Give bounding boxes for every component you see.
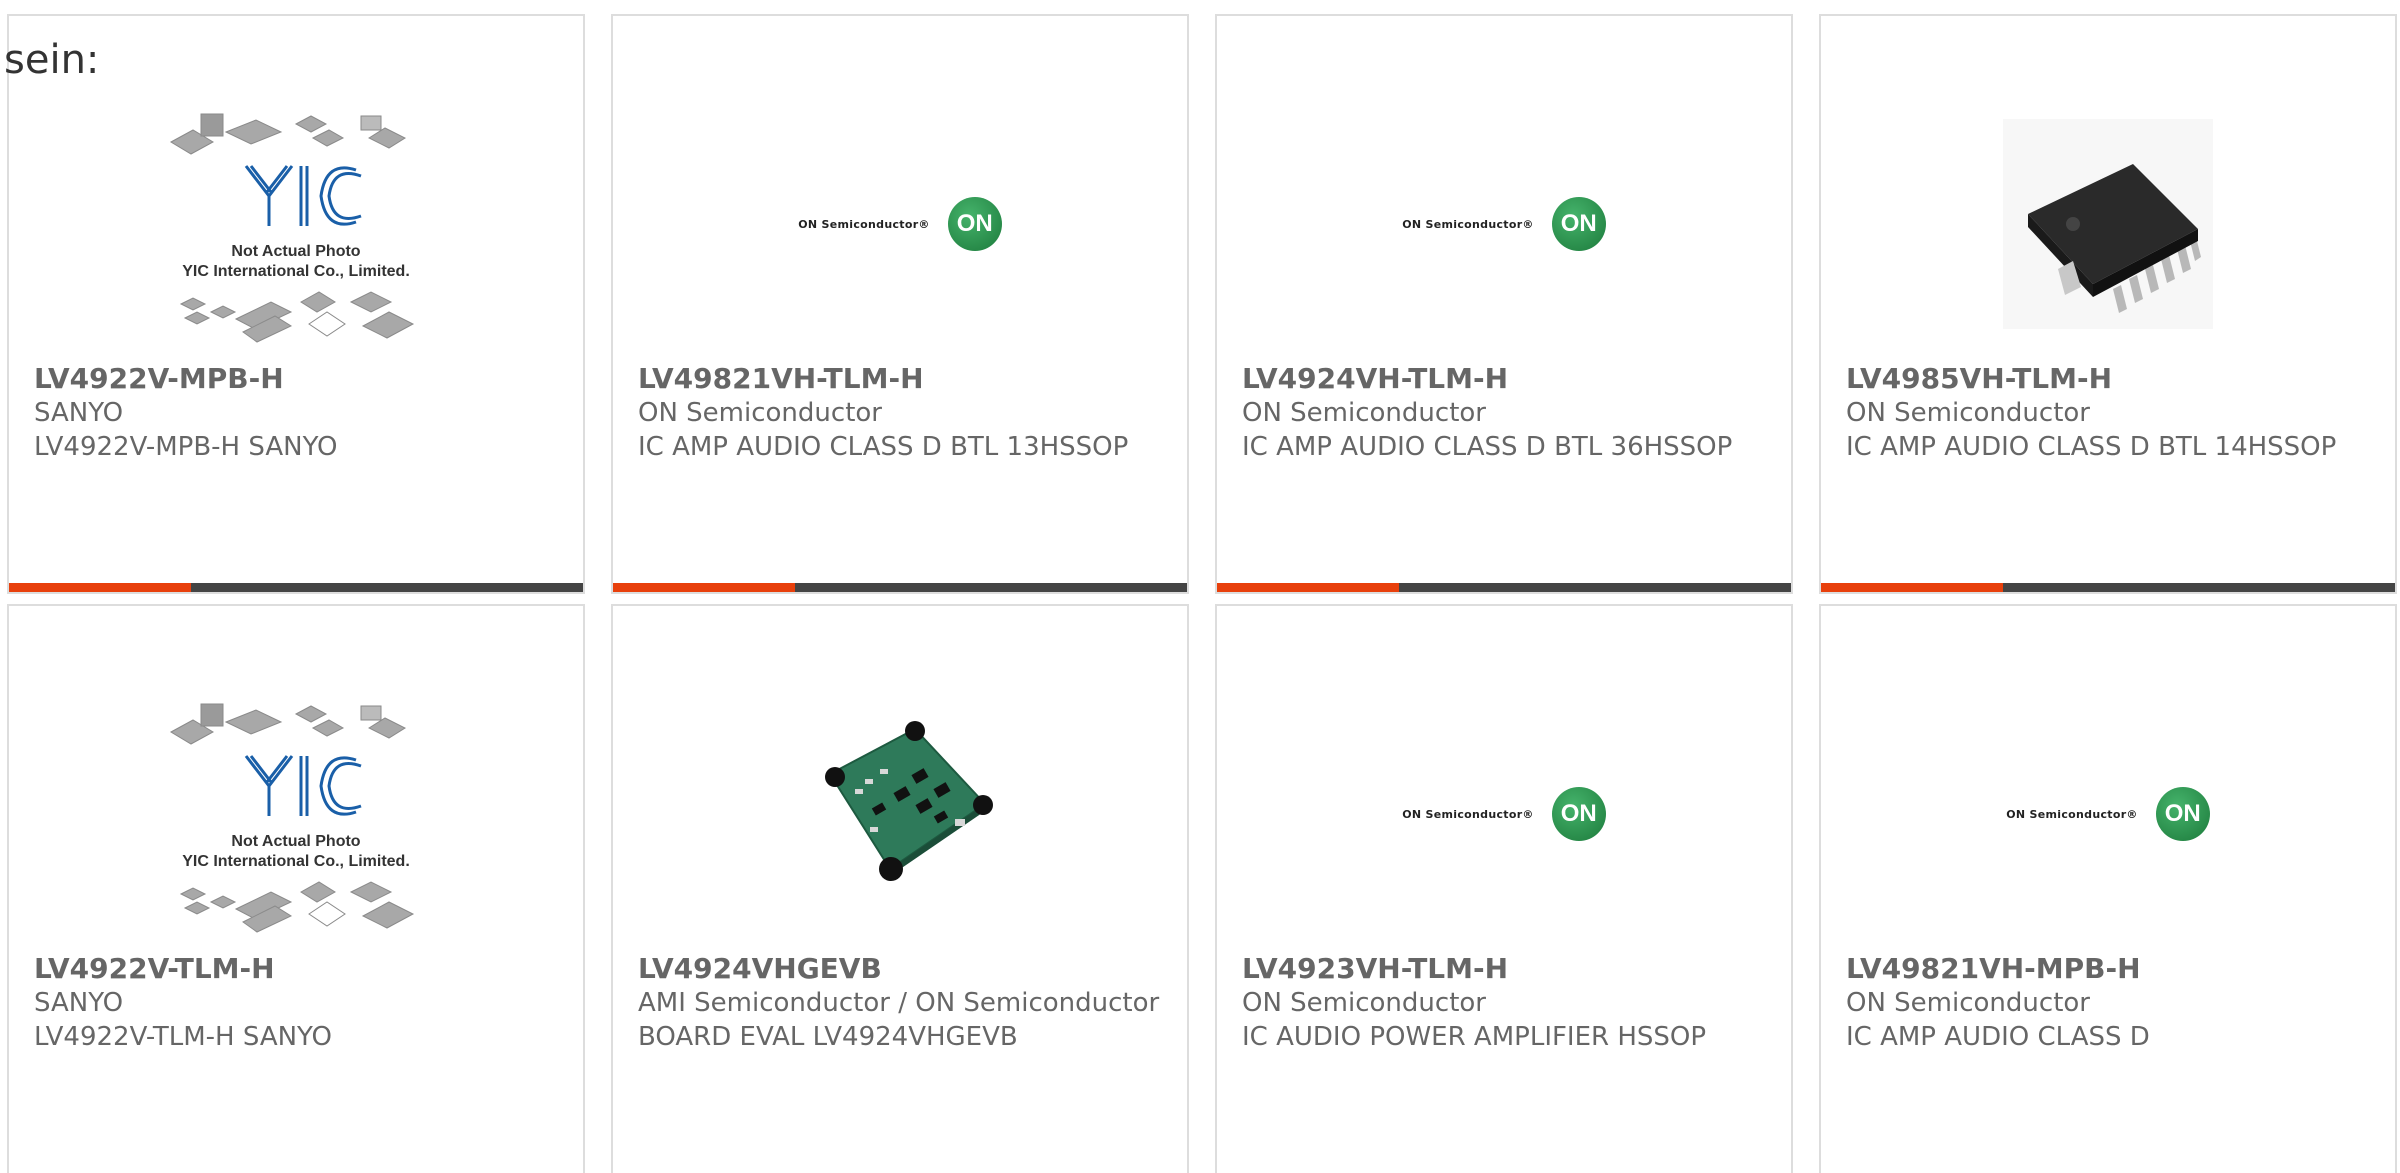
part-number-link[interactable]: LV4985VH-TLM-H (1846, 362, 2375, 396)
card-accent-bar (9, 583, 191, 592)
manufacturer-text: ON Semiconductor (1846, 398, 2090, 428)
not-actual-photo-image: Not Actual Photo YIC International Co., … (169, 113, 415, 343)
part-number-link[interactable]: LV4922V-MPB-H (34, 362, 563, 396)
product-info: LV49821VH-MPB-H ON Semiconductor IC AMP … (1846, 952, 2375, 1054)
description-text: BOARD EVAL LV4924VHGEVB (638, 1022, 1018, 1052)
product-image[interactable]: ON Semiconductor® ON (1821, 694, 2395, 934)
manufacturer-text: ON Semiconductor (1242, 398, 1486, 428)
on-semiconductor-logo: ON Semiconductor® ON (1402, 787, 1606, 841)
intro-text: sein: (4, 37, 100, 83)
product-info: LV4922V-MPB-H SANYO LV4922V-MPB-H SANYO (34, 362, 563, 464)
product-grid-page: sein: Not Actual Photo YIC International… (0, 0, 2400, 1173)
part-number-link[interactable]: LV4923VH-TLM-H (1242, 952, 1771, 986)
svg-text:YIC International Co., Limited: YIC International Co., Limited. (182, 263, 410, 280)
product-image[interactable]: ON Semiconductor® ON (613, 104, 1187, 344)
on-semiconductor-logo: ON Semiconductor® ON (798, 197, 1002, 251)
card-bottom-bar (1821, 583, 2395, 592)
card-accent-bar (613, 583, 795, 592)
product-card[interactable]: LV4985VH-TLM-H ON Semiconductor IC AMP A… (1819, 14, 2397, 594)
part-number-link[interactable]: LV4924VHGEVB (638, 952, 1167, 986)
card-bottom-bar (1217, 583, 1791, 592)
card-bottom-bar (9, 583, 583, 592)
product-info: LV49821VH-TLM-H ON Semiconductor IC AMP … (638, 362, 1167, 464)
on-logo-mark-icon: ON (947, 197, 1002, 251)
card-accent-bar (1821, 583, 2003, 592)
on-logo-mark-icon: ON (1551, 787, 1606, 841)
part-number-link[interactable]: LV49821VH-TLM-H (638, 362, 1167, 396)
description-text: IC AMP AUDIO CLASS D BTL 36HSSOP (1242, 432, 1733, 462)
on-semiconductor-logo: ON Semiconductor® ON (2006, 787, 2210, 841)
product-card[interactable]: ON Semiconductor® ON LV4923VH-TLM-H ON S… (1215, 604, 1793, 1173)
part-number-link[interactable]: LV4924VH-TLM-H (1242, 362, 1771, 396)
product-image[interactable] (613, 694, 1187, 934)
product-card[interactable]: LV4924VHGEVB AMI Semiconductor / ON Semi… (611, 604, 1189, 1173)
ic-chip-image (2003, 119, 2213, 329)
svg-text:YIC International Co., Limited: YIC International Co., Limited. (182, 853, 410, 870)
product-image[interactable]: Not Actual Photo YIC International Co., … (9, 694, 583, 934)
product-card[interactable]: Not Actual Photo YIC International Co., … (7, 604, 585, 1173)
product-image[interactable] (1821, 104, 2395, 344)
description-text: IC AUDIO POWER AMPLIFIER HSSOP (1242, 1022, 1707, 1052)
manufacturer-text: ON Semiconductor (1242, 988, 1486, 1018)
description-text: LV4922V-TLM-H SANYO (34, 1022, 332, 1052)
description-text: IC AMP AUDIO CLASS D BTL 13HSSOP (638, 432, 1129, 462)
description-text: LV4922V-MPB-H SANYO (34, 432, 338, 462)
product-image[interactable]: Not Actual Photo YIC International Co., … (9, 104, 583, 344)
product-card[interactable]: ON Semiconductor® ON LV49821VH-MPB-H ON … (1819, 604, 2397, 1173)
description-text: IC AMP AUDIO CLASS D (1846, 1022, 2150, 1052)
manufacturer-text: AMI Semiconductor / ON Semiconductor (638, 988, 1160, 1018)
part-number-link[interactable]: LV4922V-TLM-H (34, 952, 563, 986)
manufacturer-text: SANYO (34, 398, 124, 428)
svg-text:Not Actual Photo: Not Actual Photo (231, 243, 360, 260)
svg-text:Not Actual Photo: Not Actual Photo (231, 833, 360, 850)
part-number-link[interactable]: LV49821VH-MPB-H (1846, 952, 2375, 986)
product-info: LV4922V-TLM-H SANYO LV4922V-TLM-H SANYO (34, 952, 563, 1054)
product-card[interactable]: ON Semiconductor® ON LV4924VH-TLM-H ON S… (1215, 14, 1793, 594)
product-info: LV4985VH-TLM-H ON Semiconductor IC AMP A… (1846, 362, 2375, 464)
not-actual-photo-image: Not Actual Photo YIC International Co., … (169, 703, 415, 933)
card-bottom-bar (613, 583, 1187, 592)
product-card[interactable]: Not Actual Photo YIC International Co., … (7, 14, 585, 594)
on-logo-mark-icon: ON (2155, 787, 2210, 841)
manufacturer-text: ON Semiconductor (1846, 988, 2090, 1018)
description-text: IC AMP AUDIO CLASS D BTL 14HSSOP (1846, 432, 2337, 462)
on-semiconductor-logo: ON Semiconductor® ON (1402, 197, 1606, 251)
product-info: LV4923VH-TLM-H ON Semiconductor IC AUDIO… (1242, 952, 1771, 1054)
eval-board-image (795, 709, 1005, 919)
product-info: LV4924VH-TLM-H ON Semiconductor IC AMP A… (1242, 362, 1771, 464)
product-card[interactable]: ON Semiconductor® ON LV49821VH-TLM-H ON … (611, 14, 1189, 594)
product-image[interactable]: ON Semiconductor® ON (1217, 694, 1791, 934)
on-logo-mark-icon: ON (1551, 197, 1606, 251)
card-accent-bar (1217, 583, 1399, 592)
manufacturer-text: SANYO (34, 988, 124, 1018)
manufacturer-text: ON Semiconductor (638, 398, 882, 428)
product-image[interactable]: ON Semiconductor® ON (1217, 104, 1791, 344)
product-info: LV4924VHGEVB AMI Semiconductor / ON Semi… (638, 952, 1167, 1054)
